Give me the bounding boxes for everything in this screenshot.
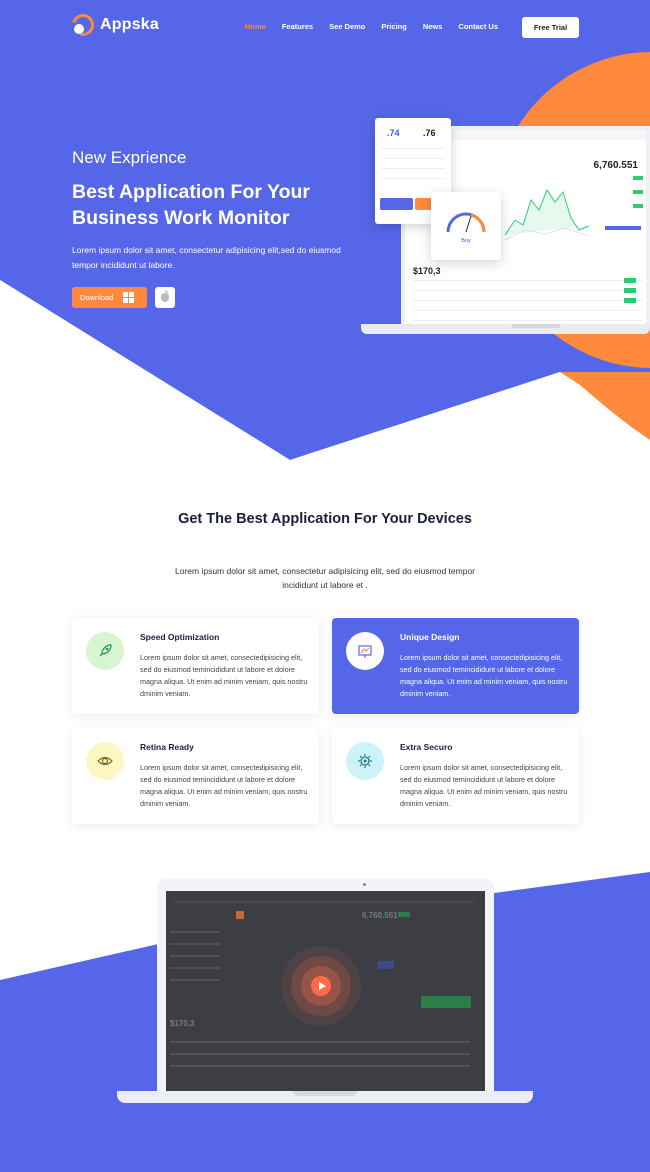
nav-link-see-demo[interactable]: See Demo: [329, 22, 365, 31]
hero-laptop-mockup: 6,760.551 $170,3 .74 .76 Buy: [361, 118, 650, 336]
laptop-notch: [511, 324, 561, 328]
feature-card-text: Lorem ipsum dolor sit amet, consectedipi…: [400, 653, 568, 698]
video-laptop-mockup: 6,760.551 $170,3: [117, 879, 533, 1105]
rocket-icon: [86, 632, 124, 670]
feature-card-title: Speed Optimization: [140, 632, 220, 642]
camera-dot: [363, 883, 366, 886]
feature-card-text: Lorem ipsum dolor sit amet, consectedipi…: [140, 653, 308, 698]
design-board-icon: [346, 632, 384, 670]
nav-link-home[interactable]: Home: [245, 22, 266, 31]
mockup-table: [413, 280, 643, 330]
nav-link-features[interactable]: Features: [282, 22, 313, 31]
features-title: Get The Best Application For Your Device…: [178, 511, 472, 527]
logo-icon: [67, 9, 99, 41]
mockup-balance: $170,3: [413, 266, 441, 276]
mockup-status-badge: [624, 278, 636, 283]
screen-price: 6,760.551: [362, 911, 398, 920]
play-icon: [318, 982, 326, 990]
hero-section: Appska Home Features See Demo Pricing Ne…: [0, 0, 650, 460]
laptop-screen: 6,760.551 $170,3: [157, 879, 494, 1091]
hero-title: Best Application For Your Business Work …: [72, 181, 310, 229]
feature-card-title: Extra Securo: [400, 742, 453, 752]
windows-icon: [123, 292, 135, 303]
hero-kicker: New Exprience: [72, 148, 187, 167]
logo[interactable]: Appska: [67, 9, 159, 41]
video-section: 6,760.551 $170,3: [0, 860, 650, 1172]
mockup-stat-b: .76: [423, 128, 436, 138]
feature-card-retina-ready: Retina Ready Lorem ipsum dolor sit amet,…: [72, 728, 319, 824]
download-button[interactable]: Download: [72, 287, 147, 308]
free-trial-button[interactable]: Free Trial: [522, 17, 579, 38]
feature-card-extra-securo: Extra Securo Lorem ipsum dolor sit amet,…: [332, 728, 579, 824]
feature-card-title: Unique Design: [400, 632, 460, 642]
mockup-gauge-card: Buy: [431, 192, 501, 260]
logo-text: Appska: [100, 16, 159, 33]
features-description: Lorem ipsum dolor sit amet, consectetur …: [175, 566, 476, 590]
nav-link-contact-us[interactable]: Contact Us: [458, 22, 498, 31]
nav-link-pricing[interactable]: Pricing: [381, 22, 406, 31]
top-navigation: Appska Home Features See Demo Pricing Ne…: [0, 0, 650, 56]
feature-card-speed-optimization: Speed Optimization Lorem ipsum dolor sit…: [72, 618, 319, 714]
video-thumbnail: 6,760.551 $170,3: [166, 891, 485, 1091]
mockup-price: 6,760.551: [593, 160, 639, 171]
laptop-base: [361, 324, 650, 334]
feature-card-unique-design: Unique Design Lorem ipsum dolor sit amet…: [332, 618, 579, 714]
hero-description: Lorem ipsum dolor sit amet, consectetur …: [72, 245, 341, 270]
gauge-label: Buy: [461, 238, 471, 244]
feature-card-title: Retina Ready: [140, 742, 194, 752]
feature-card-text: Lorem ipsum dolor sit amet, consectedipi…: [140, 763, 308, 808]
mockup-status-badge: [624, 298, 636, 303]
mockup-buy-button: [380, 198, 413, 210]
gear-shield-icon: [346, 742, 384, 780]
eye-icon: [86, 742, 124, 780]
apple-store-button[interactable]: [155, 287, 175, 308]
nav-link-news[interactable]: News: [423, 22, 443, 31]
screen-balance: $170,3: [170, 1019, 195, 1028]
feature-card-text: Lorem ipsum dolor sit amet, consectedipi…: [400, 763, 568, 808]
gauge-icon: [446, 212, 486, 233]
mockup-stat-a: .74: [387, 128, 400, 138]
download-label: Download: [80, 293, 114, 302]
laptop-notch: [293, 1091, 357, 1096]
mockup-status-badge: [624, 288, 636, 293]
main-menu: Home Features See Demo Pricing News Cont…: [245, 22, 498, 31]
play-video-button[interactable]: [311, 976, 331, 996]
apple-icon: [161, 290, 169, 302]
